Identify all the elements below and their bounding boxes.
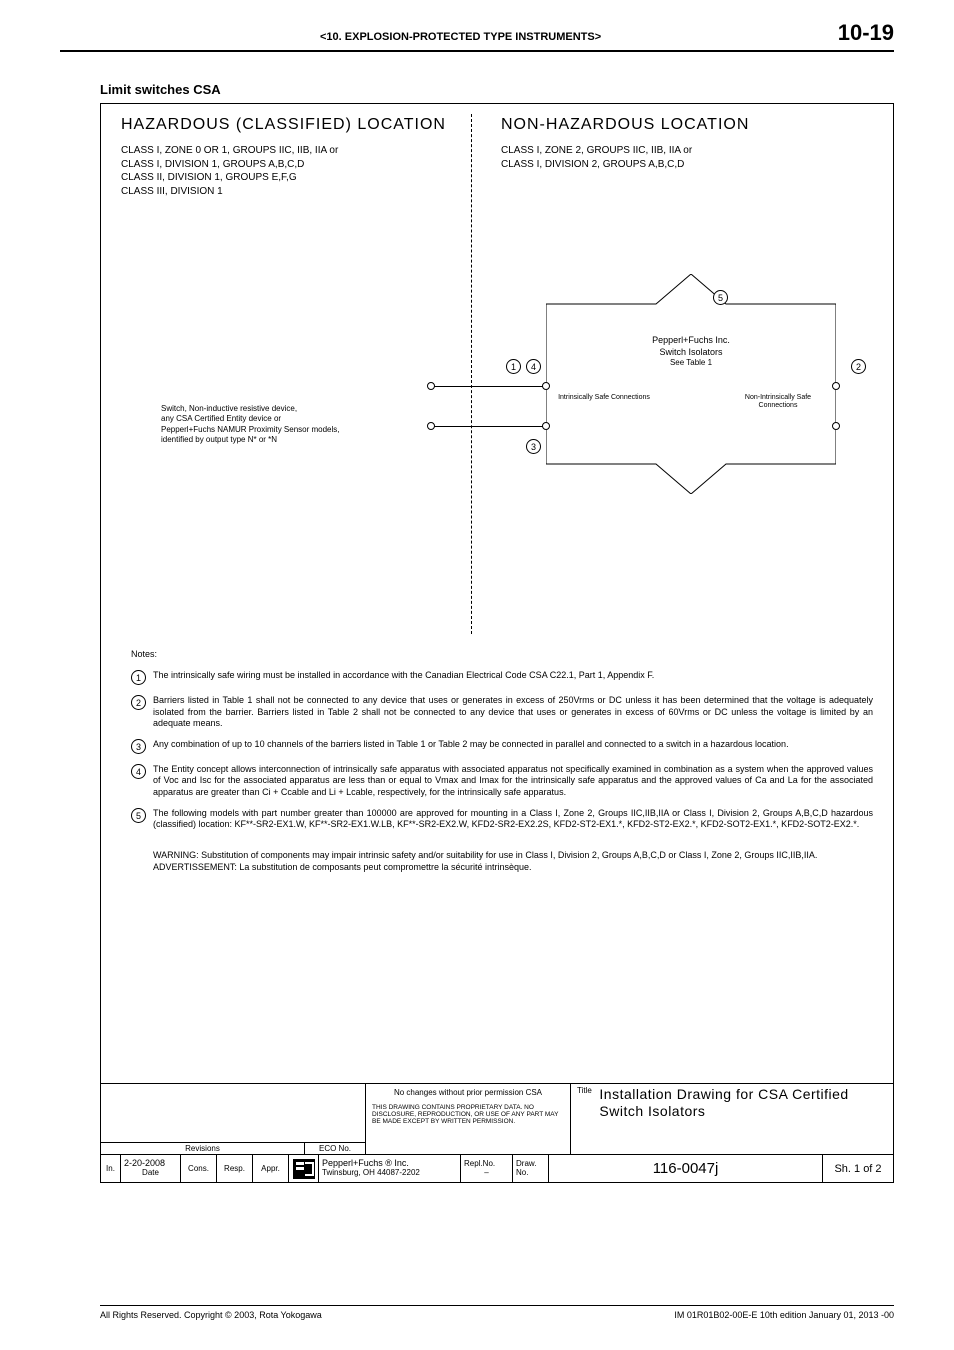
hazardous-column: HAZARDOUS (CLASSIFIED) LOCATION CLASS I,… — [121, 116, 461, 198]
footer-left: All Rights Reserved. Copyright © 2003, R… — [100, 1310, 322, 1320]
isolator-text: Pepperl+Fuchs Inc. Switch Isolators See … — [546, 334, 836, 369]
permission-cell: No changes without prior permission CSA … — [366, 1084, 571, 1154]
callout-5: 5 — [713, 290, 728, 305]
terminal-icon — [427, 382, 435, 390]
callout-2: 2 — [851, 359, 866, 374]
warning-text: WARNING: Substitution of components may … — [153, 850, 873, 861]
logo-cell — [289, 1155, 319, 1182]
in-label: In. — [104, 1164, 117, 1174]
isolator-box: Pepperl+Fuchs Inc. Switch Isolators See … — [546, 274, 836, 494]
pepperl-fuchs-logo-icon — [291, 1157, 317, 1181]
cons-label: Cons. — [184, 1164, 213, 1174]
nis-connections-label: Non-Intrinsically Safe Connections — [728, 394, 828, 411]
is-connections-label: Intrinsically Safe Connections — [554, 394, 654, 411]
no-changes-text: No changes without prior permission CSA — [372, 1088, 564, 1098]
note-3: 3 Any combination of up to 10 channels o… — [131, 739, 873, 754]
isolator-outline — [546, 274, 836, 494]
draw-no-value: 116-0047j — [552, 1160, 819, 1177]
hazardous-title: HAZARDOUS (CLASSIFIED) LOCATION — [121, 116, 461, 134]
advert-text: ADVERTISSEMENT: La substitution de compo… — [153, 862, 873, 873]
appr-label: Appr. — [256, 1164, 285, 1174]
note-5: 5 The following models with part number … — [131, 808, 873, 831]
section-title: Limit switches CSA — [60, 82, 894, 97]
note-4: 4 The Entity concept allows interconnect… — [131, 764, 873, 798]
revisions-cell: Revisions ECO No. — [101, 1084, 366, 1154]
title-label: Title — [577, 1086, 599, 1152]
notes-section: Notes: 1 The intrinsically safe wiring m… — [131, 649, 873, 873]
date-value: 2-20-2008 — [124, 1159, 177, 1168]
company-addr: Twinsburg, OH 44087-2202 — [322, 1168, 457, 1178]
draw-no-label: Draw. No. — [516, 1160, 545, 1178]
terminal-icon — [427, 422, 435, 430]
date-label: Date — [124, 1168, 177, 1178]
nonhazardous-title: NON-HAZARDOUS LOCATION — [501, 116, 861, 134]
footer-right: IM 01R01B02-00E-E 10th edition January 0… — [674, 1310, 894, 1320]
callout-3: 3 — [526, 439, 541, 454]
revisions-label: Revisions — [101, 1143, 305, 1154]
section-label: <10. EXPLOSION-PROTECTED TYPE INSTRUMENT… — [320, 31, 601, 43]
sheet-value: Sh. 1 of 2 — [826, 1163, 890, 1175]
page-header: <10. EXPLOSION-PROTECTED TYPE INSTRUMENT… — [60, 20, 894, 52]
wire — [431, 386, 543, 387]
switch-description: Switch, Non-inductive resistive device, … — [161, 404, 421, 446]
resp-label: Resp. — [220, 1164, 249, 1174]
repl-label: Repl.No. — [464, 1160, 509, 1168]
title-value: Installation Drawing for CSA Certified S… — [599, 1086, 887, 1152]
drawing-title-cell: Title Installation Drawing for CSA Certi… — [571, 1084, 893, 1154]
connection-labels: Intrinsically Safe Connections Non-Intri… — [546, 394, 836, 411]
nonhazardous-classes: CLASS I, ZONE 2, GROUPS IIC, IIB, IIA or… — [501, 144, 861, 171]
note-2: 2 Barriers listed in Table 1 shall not b… — [131, 695, 873, 729]
eco-label: ECO No. — [305, 1143, 365, 1154]
repl-value: – — [464, 1168, 509, 1178]
terminal-icon — [542, 382, 550, 390]
title-block: Revisions ECO No. No changes without pri… — [101, 1083, 893, 1182]
boundary-line — [471, 114, 472, 634]
nonhazardous-column: NON-HAZARDOUS LOCATION CLASS I, ZONE 2, … — [501, 116, 861, 171]
callout-1: 1 — [506, 359, 521, 374]
callout-4: 4 — [526, 359, 541, 374]
proprietary-text: THIS DRAWING CONTAINS PROPRIETARY DATA. … — [372, 1104, 564, 1125]
notes-title: Notes: — [131, 649, 873, 660]
terminal-icon — [832, 382, 840, 390]
terminal-icon — [832, 422, 840, 430]
note-1: 1 The intrinsically safe wiring must be … — [131, 670, 873, 685]
company-name: Pepperl+Fuchs ® Inc. — [322, 1159, 457, 1168]
hazardous-classes: CLASS I, ZONE 0 OR 1, GROUPS IIC, IIB, I… — [121, 144, 461, 198]
page-footer: All Rights Reserved. Copyright © 2003, R… — [100, 1305, 894, 1320]
title-block-row2: In. 2-20-2008 Date Cons. Resp. Appr. — [101, 1154, 893, 1182]
drawing-frame: HAZARDOUS (CLASSIFIED) LOCATION CLASS I,… — [100, 103, 894, 1183]
page-number: 10-19 — [838, 20, 894, 46]
terminal-icon — [542, 422, 550, 430]
warning-block: WARNING: Substitution of components may … — [153, 850, 873, 873]
wire — [431, 426, 543, 427]
diagram-area: HAZARDOUS (CLASSIFIED) LOCATION CLASS I,… — [101, 104, 893, 644]
